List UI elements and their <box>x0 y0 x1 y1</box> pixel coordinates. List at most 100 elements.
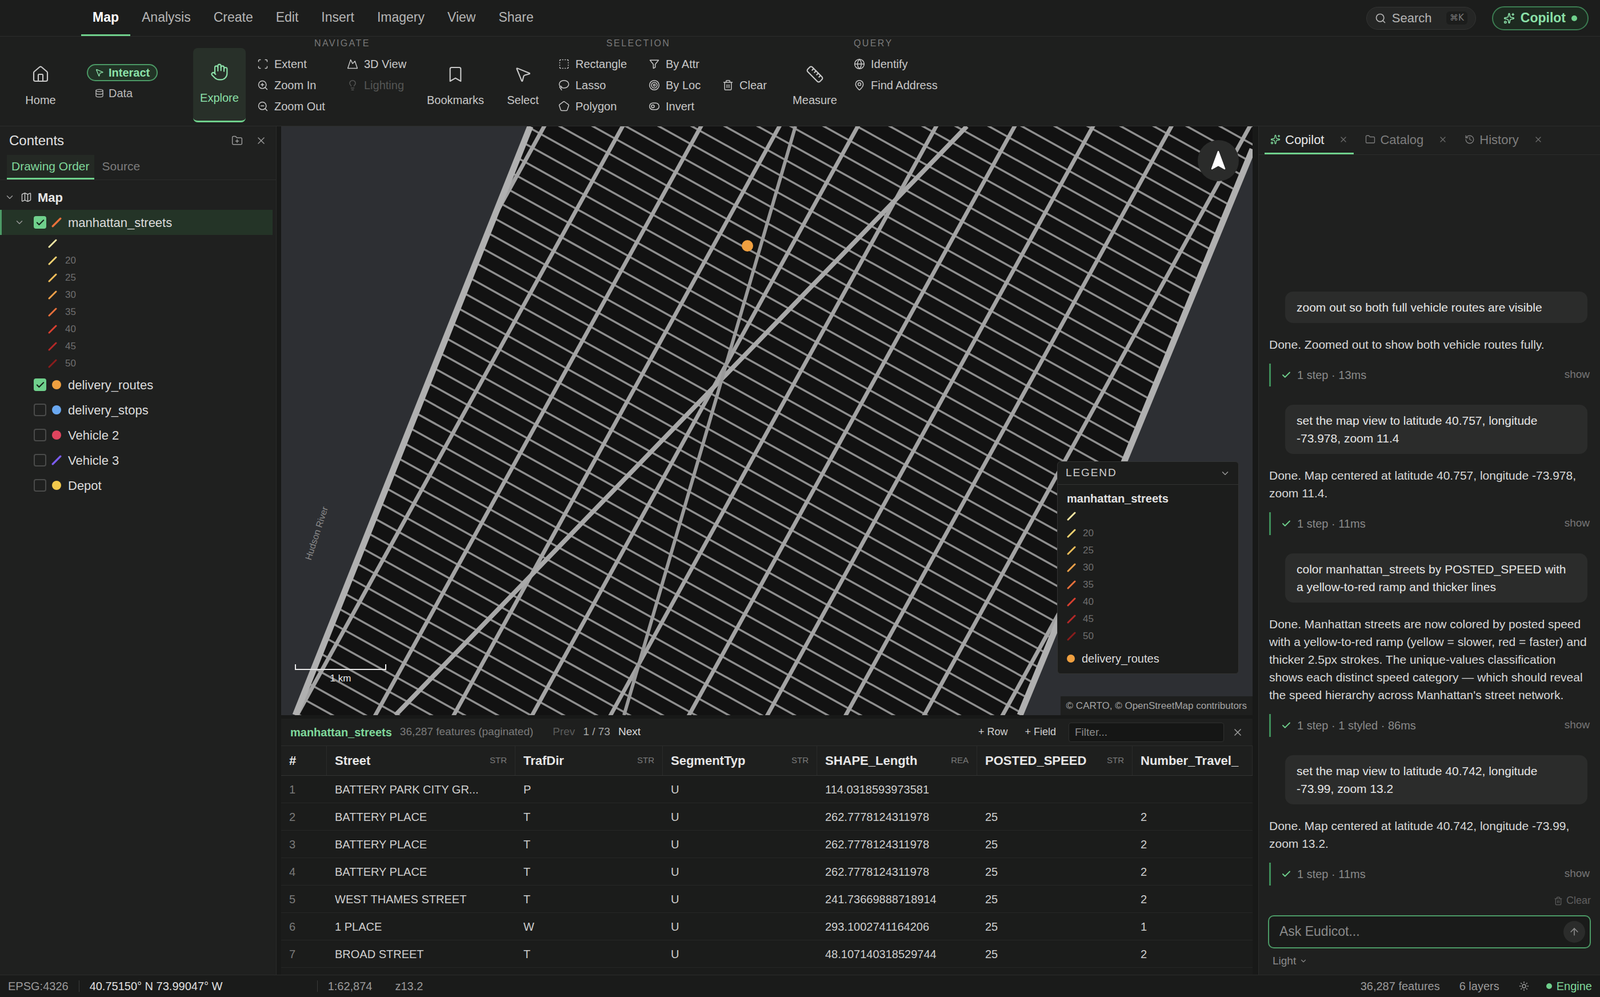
menu-item[interactable]: View <box>436 0 487 36</box>
table-row[interactable]: 1BATTERY PARK CITY GR...PU114.0318593973… <box>281 775 1253 803</box>
route-point[interactable] <box>741 240 754 252</box>
table-row[interactable]: 5WEST THAMES STREETTU241.736698887189142… <box>281 885 1253 913</box>
layer-checkbox[interactable] <box>33 428 47 442</box>
column-header[interactable]: StreetSTR <box>326 745 516 775</box>
layer-row[interactable]: manhattan_streets <box>0 209 273 235</box>
legend-class: 25 <box>0 269 276 287</box>
map-canvas[interactable]: Hudson River1 kmLEGENDmanhattan_streets2… <box>281 126 1253 715</box>
navigate-button[interactable]: Lighting <box>346 74 422 96</box>
selection-button[interactable]: Invert <box>648 95 723 117</box>
query-button[interactable]: Identify <box>853 53 938 75</box>
menu-item[interactable]: Imagery <box>365 0 436 36</box>
sun-icon[interactable] <box>1518 980 1530 991</box>
table-row[interactable]: 61 PLACEWU293.1002741164206251 <box>281 912 1253 940</box>
button-label: Find Address <box>870 76 938 94</box>
filter-input[interactable] <box>1068 722 1224 742</box>
close-tab-icon[interactable] <box>1338 134 1348 144</box>
close-tab-icon[interactable] <box>1438 134 1448 144</box>
splitter[interactable] <box>1252 126 1259 975</box>
table-row[interactable]: 7BROAD STREETTU48.107140318529744252 <box>281 940 1253 968</box>
layer-checkbox[interactable] <box>33 453 47 467</box>
selection-button[interactable]: Polygon <box>558 95 649 117</box>
home-button[interactable]: Home <box>20 36 61 126</box>
show-steps-button[interactable]: show <box>1564 716 1590 734</box>
bookmarks-button[interactable]: Bookmarks <box>425 36 486 126</box>
close-icon[interactable] <box>255 134 267 147</box>
column-header[interactable]: Number_Travel_ <box>1132 745 1253 775</box>
show-steps-button[interactable]: show <box>1564 366 1590 383</box>
prev-button[interactable]: Prev <box>552 723 575 740</box>
next-button[interactable]: Next <box>618 723 641 740</box>
column-header[interactable]: TrafDirSTR <box>515 745 663 775</box>
copilot-button[interactable]: Copilot <box>1492 6 1589 31</box>
table-action-button[interactable]: + Field <box>1020 722 1061 741</box>
column-header[interactable]: SHAPE_LengthREA <box>817 745 978 775</box>
explore-button[interactable]: Explore <box>193 48 246 123</box>
contents-tab[interactable]: Source <box>97 154 146 180</box>
table-row[interactable]: 2BATTERY PLACETU262.7778124311978252 <box>281 802 1253 831</box>
layer-checkbox[interactable] <box>33 403 47 416</box>
layer-row[interactable]: delivery_routes <box>0 372 273 398</box>
chevron-icon[interactable] <box>14 217 25 228</box>
show-steps-button[interactable]: show <box>1564 865 1590 882</box>
panel-tab[interactable]: History <box>1458 126 1548 155</box>
search-button[interactable]: Search⌘K <box>1366 6 1476 30</box>
legend-header[interactable]: LEGEND <box>1057 461 1239 485</box>
mode-select[interactable]: Light <box>1268 952 1308 970</box>
layer-checkbox[interactable] <box>33 216 47 229</box>
navigate-button[interactable]: Extent <box>257 53 347 75</box>
contents-tab[interactable]: Drawing Order <box>6 154 95 180</box>
menu-item[interactable]: Create <box>202 0 265 36</box>
show-steps-button[interactable]: show <box>1564 514 1590 532</box>
query-group: QUERYIdentifyFind Address <box>853 36 938 126</box>
close-table-icon[interactable] <box>1232 726 1244 738</box>
column-header[interactable]: SegmentTypSTR <box>662 745 818 775</box>
column-header[interactable]: # <box>281 745 327 775</box>
layer-checkbox[interactable] <box>33 478 47 492</box>
select-button[interactable]: Select <box>498 36 547 126</box>
column-header[interactable]: POSTED_SPEEDSTR <box>977 745 1133 775</box>
menu-item[interactable]: Insert <box>309 0 366 36</box>
menu-item[interactable]: Edit <box>264 0 311 36</box>
layer-row[interactable]: delivery_stops <box>0 397 273 423</box>
splitter[interactable] <box>276 126 282 975</box>
navigate-button[interactable]: Zoom In <box>257 74 347 96</box>
class-label: 30 <box>1082 560 1094 575</box>
table-row[interactable]: 3BATTERY PLACETU262.7778124311978252 <box>281 830 1253 858</box>
table-row[interactable]: 4BATTERY PLACETU262.7778124311978252 <box>281 857 1253 886</box>
menu-item[interactable]: Map <box>81 0 131 36</box>
button-label: Explore <box>200 89 239 107</box>
selection-button[interactable]: Lasso <box>558 74 649 96</box>
mode-option[interactable]: Data <box>86 84 141 102</box>
selection-button[interactable]: By Loc <box>648 74 723 96</box>
map-root-row[interactable]: Map <box>0 184 276 210</box>
mode-option[interactable]: Interact <box>86 64 158 82</box>
panel-tab[interactable]: Copilot <box>1264 126 1354 155</box>
clear-selection-button[interactable]: Clear <box>722 74 780 96</box>
table-action-button[interactable]: + Row <box>973 722 1013 741</box>
dot-swatch-icon <box>52 480 62 490</box>
add-group-icon[interactable] <box>231 134 243 147</box>
panel-tab[interactable]: Catalog <box>1359 126 1454 155</box>
close-tab-icon[interactable] <box>1533 134 1543 144</box>
crs[interactable]: EPSG:4326 <box>8 977 69 995</box>
menu-item[interactable]: Analysis <box>130 0 203 36</box>
selection-button[interactable]: Rectangle <box>558 53 649 75</box>
measure-button[interactable]: Measure <box>787 36 843 126</box>
query-button[interactable]: Find Address <box>853 74 938 96</box>
layer-checkbox[interactable] <box>33 378 47 391</box>
send-button[interactable] <box>1563 920 1586 943</box>
ruler-icon <box>805 65 824 84</box>
navigate-button[interactable]: Zoom Out <box>257 95 347 117</box>
chevron-icon[interactable] <box>1220 468 1231 479</box>
chat-input[interactable] <box>1279 921 1564 942</box>
compass[interactable] <box>1197 140 1239 182</box>
chevron-icon[interactable] <box>4 192 15 203</box>
clear-chat-button[interactable]: Clear <box>1553 890 1591 911</box>
navigate-button[interactable]: 3D View <box>346 53 422 75</box>
layer-row[interactable]: Depot <box>0 472 273 498</box>
layer-row[interactable]: Vehicle 2 <box>0 422 273 448</box>
menu-item[interactable]: Share <box>486 0 545 36</box>
layer-row[interactable]: Vehicle 3 <box>0 447 273 473</box>
selection-button[interactable]: By Attr <box>648 53 723 75</box>
